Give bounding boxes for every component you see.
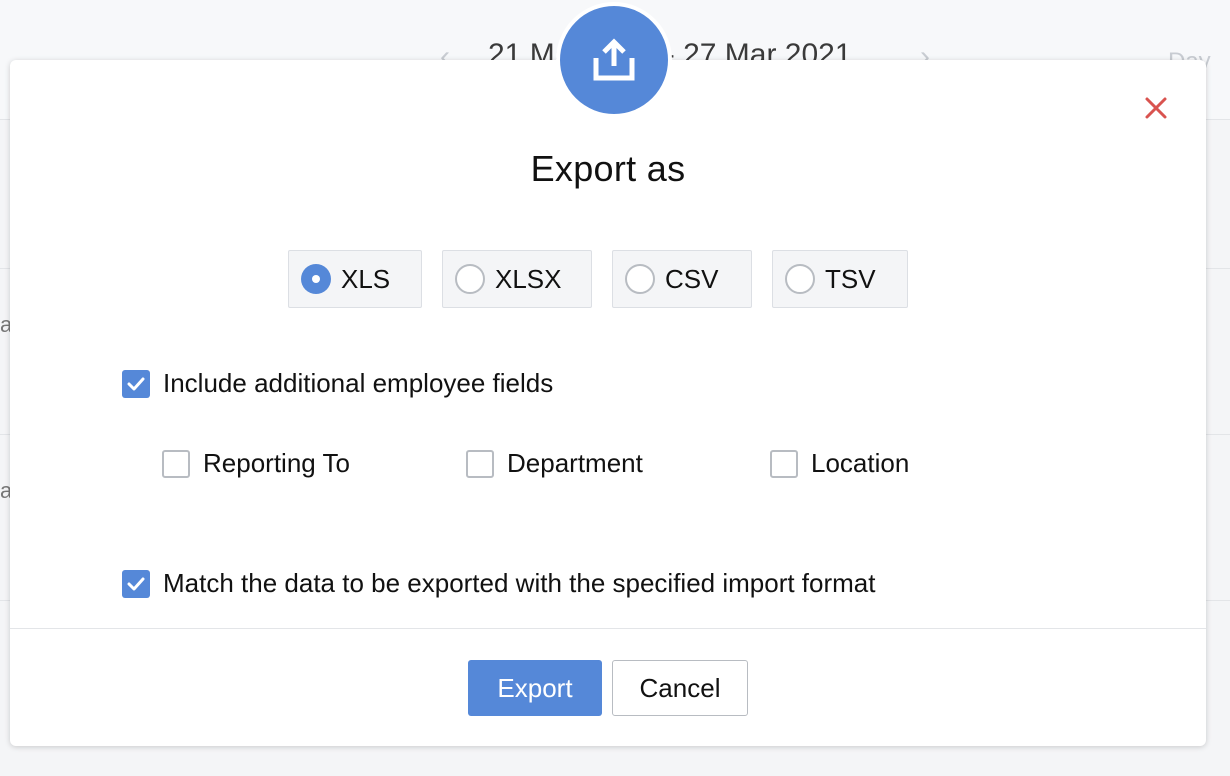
format-label: TSV: [825, 263, 876, 294]
format-option-xlsx[interactable]: XLSX: [442, 250, 592, 308]
radio-unselected-icon[interactable]: [625, 264, 655, 294]
include-fields-checkbox[interactable]: Include additional employee fields: [122, 368, 553, 399]
upload-icon: [556, 2, 672, 118]
match-format-label: Match the data to be exported with the s…: [163, 568, 876, 598]
radio-selected-icon[interactable]: [301, 264, 331, 294]
format-option-tsv[interactable]: TSV: [772, 250, 908, 308]
close-icon[interactable]: [1142, 94, 1170, 122]
export-dialog: Export as XLS XLSX CSV TSV Include addit…: [10, 2, 1206, 746]
match-format-checkbox[interactable]: Match the data to be exported with the s…: [122, 568, 876, 599]
checkbox-checked-icon[interactable]: [122, 569, 150, 598]
format-label: CSV: [665, 263, 719, 294]
format-option-xls[interactable]: XLS: [288, 250, 422, 308]
field-label: Department: [507, 448, 643, 478]
field-department-checkbox[interactable]: Department: [466, 448, 643, 479]
field-reporting-to-checkbox[interactable]: Reporting To: [162, 448, 350, 479]
checkbox-checked-icon[interactable]: [122, 369, 150, 398]
checkbox-unchecked-icon[interactable]: [162, 449, 190, 478]
field-location-checkbox[interactable]: Location: [770, 448, 909, 479]
export-button[interactable]: Export: [468, 660, 602, 716]
radio-unselected-icon[interactable]: [785, 264, 815, 294]
checkbox-unchecked-icon[interactable]: [770, 449, 798, 478]
radio-unselected-icon[interactable]: [455, 264, 485, 294]
field-label: Location: [811, 448, 910, 478]
dialog-title: Export as: [530, 148, 686, 189]
footer-divider: [10, 628, 1206, 629]
format-option-csv[interactable]: CSV: [612, 250, 752, 308]
checkbox-unchecked-icon[interactable]: [466, 449, 494, 478]
include-fields-label: Include additional employee fields: [163, 368, 554, 398]
field-label: Reporting To: [203, 448, 350, 478]
cancel-button[interactable]: Cancel: [612, 660, 748, 716]
format-label: XLS: [341, 263, 391, 294]
format-label: XLSX: [495, 263, 562, 294]
